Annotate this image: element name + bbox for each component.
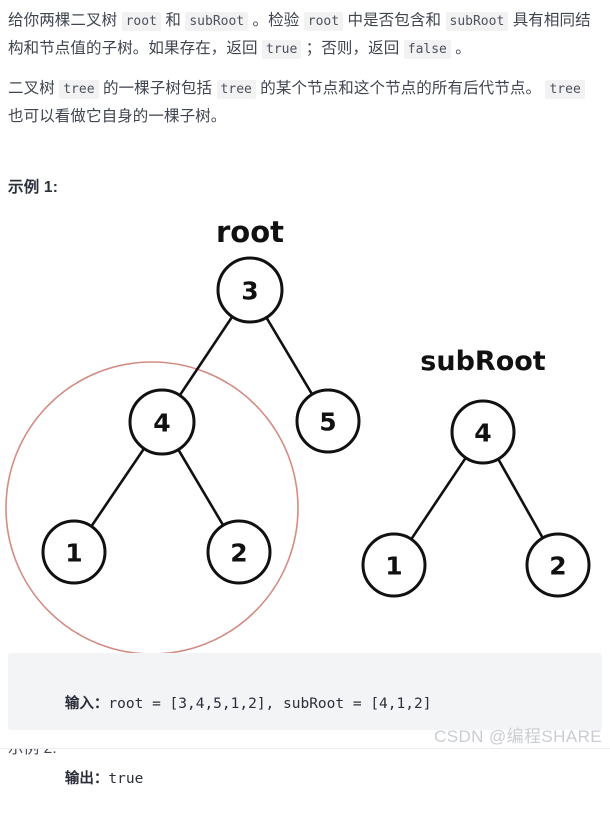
tree-edge (496, 456, 545, 541)
inline-code: tree (545, 80, 585, 99)
inline-code: subRoot (445, 12, 509, 31)
tree-node-value: 2 (549, 552, 566, 581)
tree-node-value: 5 (319, 408, 336, 437)
inline-code: tree (59, 80, 99, 99)
tree-node-value: 1 (65, 539, 82, 568)
root-tree-label: root (216, 215, 284, 249)
inline-code: subRoot (185, 12, 249, 31)
sub-tree-label: subRoot (420, 346, 546, 377)
sub-tree-nodes: 4 1 2 (361, 399, 591, 598)
tree-edge (264, 315, 314, 397)
inline-code: tree (216, 80, 256, 99)
inline-code: true (262, 40, 302, 59)
sub-tree-edges (409, 455, 545, 542)
root-tree-edges (89, 314, 314, 529)
inline-code: false (403, 40, 451, 59)
tree-edge (89, 446, 146, 529)
tree-diagram-svg: 3 4 5 1 2 4 1 2 root subRoot (5, 215, 591, 655)
tree-node-value: 1 (385, 552, 402, 581)
next-section-cutoff: 示例 2: (8, 749, 602, 762)
output-label: 输出： (64, 771, 109, 787)
problem-description: 给你两棵二叉树 root 和 subRoot 。检验 root 中是否包含和 s… (8, 0, 604, 130)
tree-edge (409, 455, 468, 542)
binary-tree-diagram: 3 4 5 1 2 4 1 2 root subRoot (0, 200, 610, 655)
paragraph-definition: 给你两棵二叉树 root 和 subRoot 。检验 root 中是否包含和 s… (8, 12, 591, 59)
paragraph-subtree-note: 二叉树 tree 的一棵子树包括 tree 的某个节点和这个节点的所有后代节点。… (8, 75, 604, 130)
example-io-block: 输入：root = [3,4,5,1,2], subRoot = [4,1,2]… (8, 653, 602, 787)
tree-node-value: 4 (474, 419, 491, 448)
tree-edge (177, 314, 235, 398)
inline-code: root (121, 12, 161, 31)
next-section-text-clipped: 示例 2: (8, 749, 602, 762)
tree-node-value: 4 (153, 409, 170, 438)
output-value: true (108, 771, 144, 787)
root-tree-nodes: 3 4 5 1 2 (41, 256, 361, 585)
example-heading: 示例 1: (8, 179, 59, 196)
tree-node-value: 3 (241, 277, 258, 306)
inline-code: root (303, 12, 344, 31)
input-label: 输入： (64, 696, 109, 712)
tree-node-value: 2 (230, 539, 247, 568)
tree-edge (176, 447, 226, 528)
input-value: root = [3,4,5,1,2], subRoot = [4,1,2] (108, 696, 432, 712)
csdn-watermark: CSDN @编程SHARE (434, 727, 602, 746)
